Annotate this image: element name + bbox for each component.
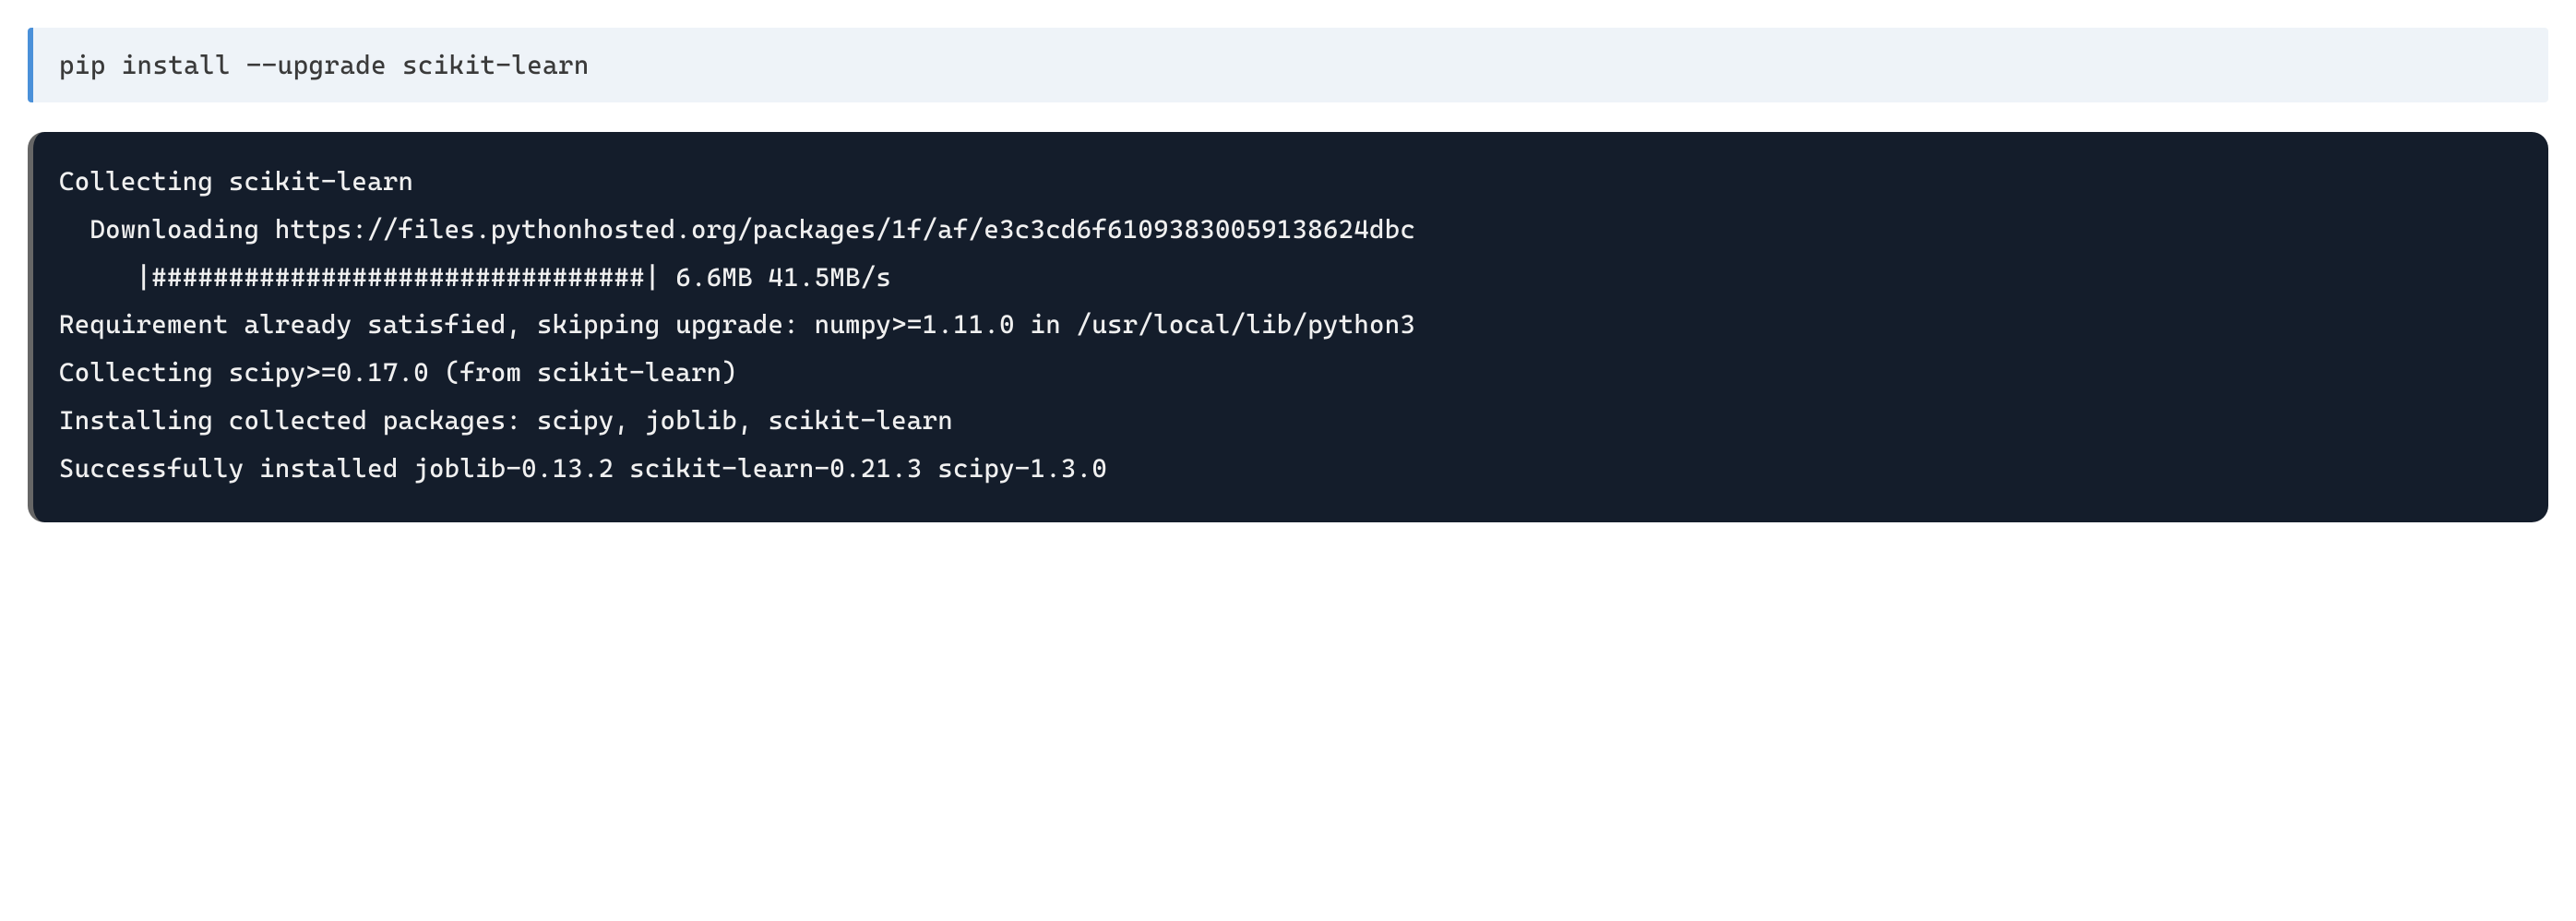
code-input-text: pip install --upgrade scikit-learn bbox=[59, 50, 590, 80]
code-output-text: Collecting scikit-learn Downloading http… bbox=[59, 158, 2522, 493]
code-input-cell[interactable]: pip install --upgrade scikit-learn bbox=[28, 28, 2548, 102]
code-output-cell: Collecting scikit-learn Downloading http… bbox=[28, 132, 2548, 522]
